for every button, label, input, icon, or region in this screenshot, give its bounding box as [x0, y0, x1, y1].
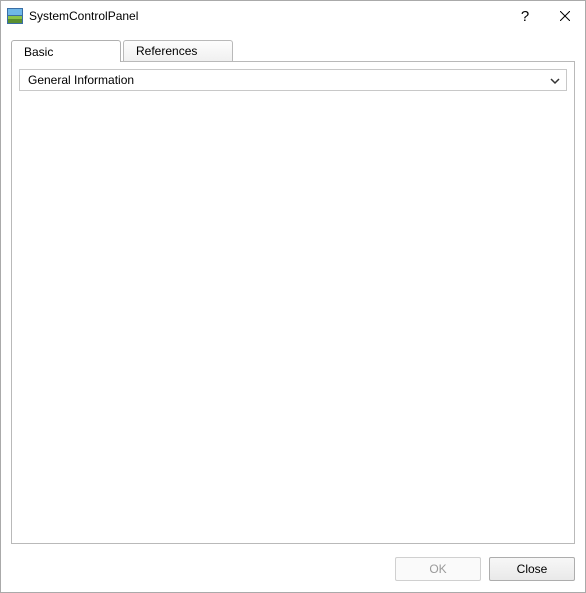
button-label: OK: [429, 562, 446, 576]
tab-references[interactable]: References: [123, 40, 233, 61]
help-button[interactable]: ?: [505, 1, 545, 31]
help-icon: ?: [521, 8, 529, 25]
tabstrip: Basic References: [11, 39, 575, 61]
client-area: Basic References General Information: [1, 31, 585, 552]
panel-body: [19, 91, 567, 536]
app-icon: [7, 8, 23, 24]
titlebar: SystemControlPanel ?: [1, 1, 585, 31]
tab-label: Basic: [24, 45, 53, 59]
combobox-selected-text: General Information: [28, 73, 134, 87]
close-button[interactable]: Close: [489, 557, 575, 581]
window-controls: ?: [505, 1, 585, 31]
tab-label: References: [136, 44, 197, 58]
button-label: Close: [517, 562, 548, 576]
close-icon: [560, 11, 570, 21]
ok-button[interactable]: OK: [395, 557, 481, 581]
section-combobox[interactable]: General Information: [19, 69, 567, 91]
dialog-window: SystemControlPanel ? Basic References: [0, 0, 586, 593]
window-close-button[interactable]: [545, 1, 585, 31]
tab-panel-basic: General Information: [11, 61, 575, 544]
chevron-down-icon: [550, 75, 560, 85]
window-title: SystemControlPanel: [29, 9, 505, 23]
dialog-button-row: OK Close: [1, 552, 585, 592]
tab-basic[interactable]: Basic: [11, 40, 121, 62]
